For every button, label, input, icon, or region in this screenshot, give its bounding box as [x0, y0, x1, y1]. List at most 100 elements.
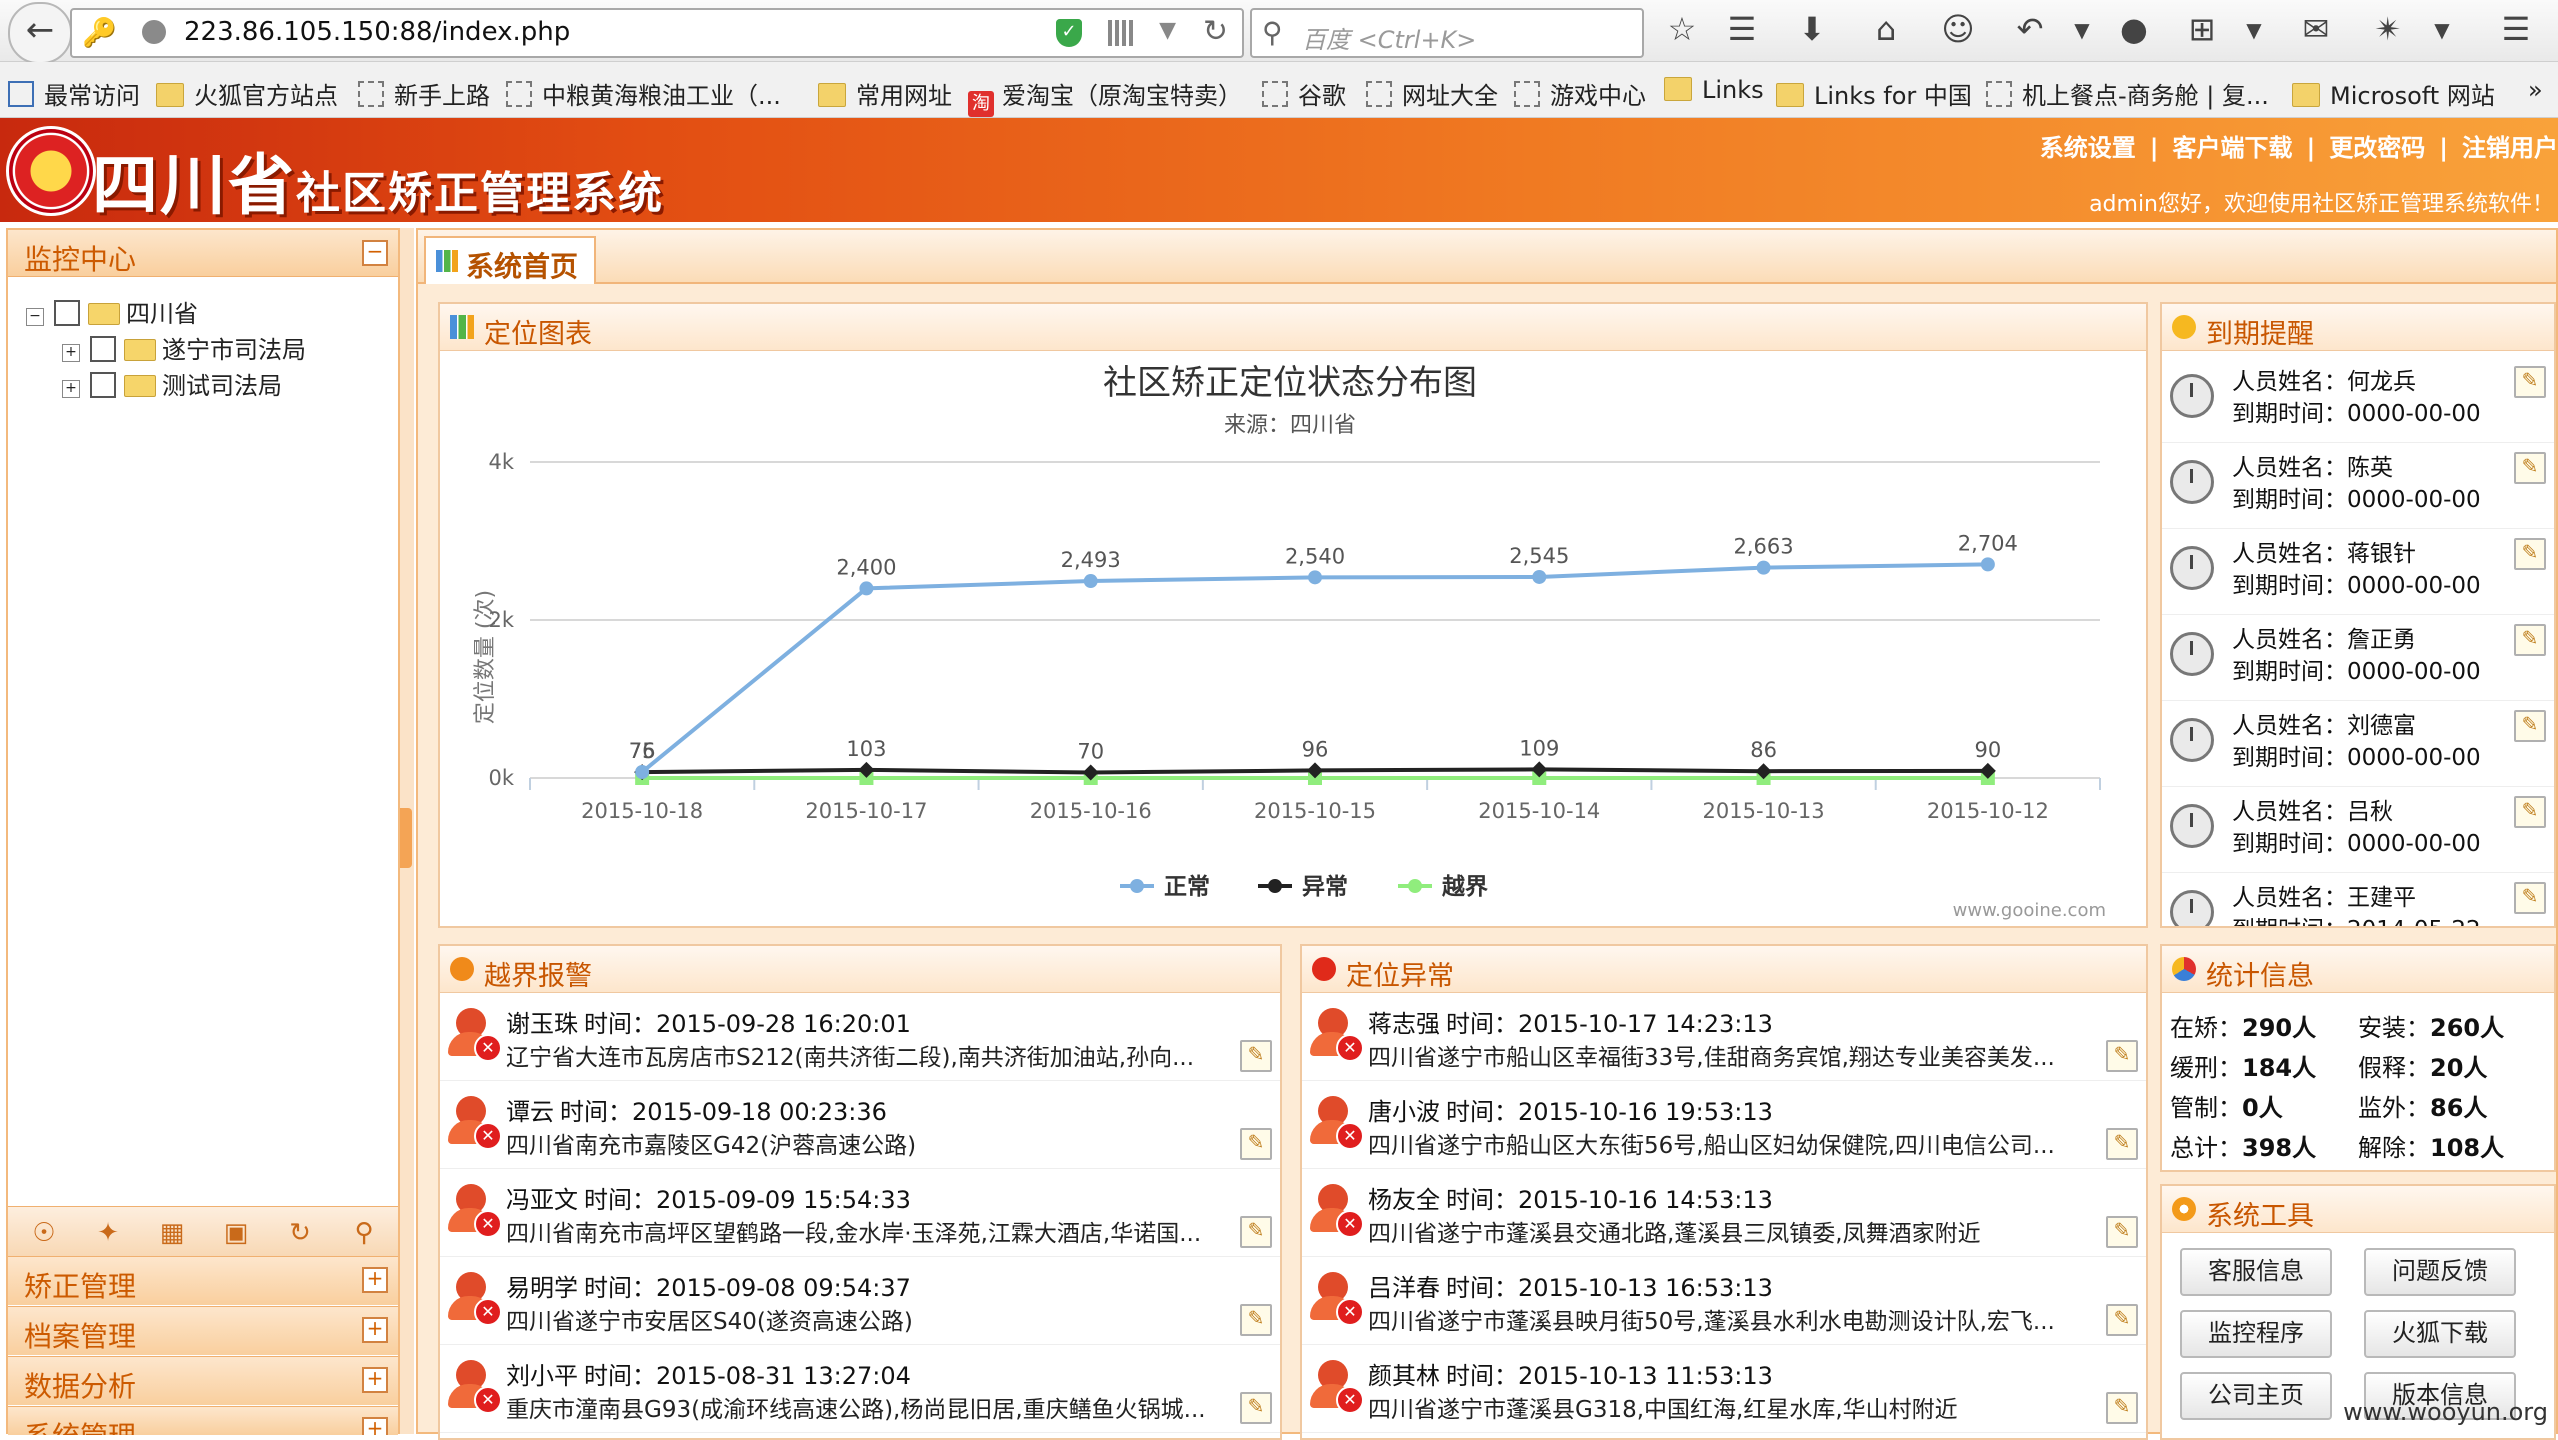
legend-label[interactable]: 正常	[1164, 874, 1210, 900]
url-text[interactable]: 223.86.105.150:88/index.php	[184, 17, 570, 47]
reading-list-icon[interactable]: ☰	[1720, 10, 1764, 48]
chart-credit[interactable]: www.gooine.com	[1953, 900, 2106, 921]
chevron-down-icon[interactable]: ▼	[1159, 18, 1176, 43]
data-point[interactable]	[859, 581, 874, 596]
edit-icon[interactable]: ✎	[1240, 1304, 1272, 1336]
menu-system[interactable]: 系统管理+	[8, 1406, 398, 1435]
edit-icon[interactable]: ✎	[2106, 1040, 2138, 1072]
change-password-link[interactable]: 更改密码	[2329, 134, 2425, 162]
satellite-icon[interactable]: ✦	[90, 1215, 126, 1251]
shield-icon[interactable]: ✓	[1056, 19, 1082, 47]
alarm-item[interactable]: ✕ 易明学 时间：2015-09-08 09:54:37 四川省遂宁市安居区S40(遂…	[440, 1258, 1280, 1345]
edit-icon[interactable]: ✎	[1240, 1128, 1272, 1160]
data-point[interactable]	[1756, 560, 1771, 575]
panel-icon[interactable]: ▣	[218, 1215, 254, 1251]
sidebar-header[interactable]: 监控中心 −	[8, 230, 398, 277]
legend-marker[interactable]	[1268, 879, 1282, 893]
legend-label[interactable]: 越界	[1442, 874, 1488, 900]
edit-icon[interactable]: ✎	[2106, 1392, 2138, 1424]
tree-node-suining[interactable]: + 遂宁市司法局	[62, 330, 306, 365]
edit-icon[interactable]: ✎	[2106, 1216, 2138, 1248]
tree-expand-icon[interactable]: +	[62, 344, 80, 362]
abnormal-item[interactable]: ✕ 颜其林 时间：2015-10-13 11:53:13 四川省遂宁市蓬溪县G318,…	[1302, 1346, 2146, 1433]
download-icon[interactable]: ⬇	[1790, 10, 1834, 48]
bookmark-item[interactable]: Links	[1664, 76, 1764, 104]
abnormal-item[interactable]: ✕ 杨友全 时间：2015-10-16 14:53:13 四川省遂宁市蓬溪县交通北路,…	[1302, 1170, 2146, 1257]
smiley-icon[interactable]: ☺	[1936, 10, 1980, 48]
chevron-down-icon[interactable]: ▼	[2420, 18, 2464, 42]
edit-icon[interactable]: ✎	[2514, 796, 2546, 828]
legend-marker[interactable]	[1408, 879, 1422, 893]
tree-node-test[interactable]: + 测试司法局	[62, 366, 282, 401]
data-point[interactable]	[1308, 570, 1322, 585]
bookmark-item[interactable]: 网址大全	[1366, 76, 1498, 111]
home-icon[interactable]: ⌂	[1864, 10, 1908, 48]
bookmark-item[interactable]: 谷歌	[1262, 76, 1346, 111]
checkbox[interactable]	[90, 336, 116, 362]
logout-link[interactable]: 注销用户	[2462, 134, 2558, 162]
menu-archives[interactable]: 档案管理 +	[8, 1306, 398, 1355]
bookmark-item[interactable]: 淘爱淘宝（原淘宝特卖）	[968, 76, 1242, 117]
customer-service-button[interactable]: 客服信息	[2180, 1248, 2332, 1296]
expand-icon[interactable]: +	[362, 1317, 388, 1343]
menu-correction[interactable]: 矫正管理 +	[8, 1256, 398, 1305]
data-point[interactable]	[1083, 574, 1098, 589]
bug-icon[interactable]: ✴	[2366, 10, 2410, 48]
system-settings-link[interactable]: 系统设置	[2040, 134, 2136, 162]
bookmark-item[interactable]: 火狐官方站点	[156, 76, 338, 111]
bookmark-item[interactable]: 中粮黄海粮油工业（...	[506, 76, 781, 111]
edit-icon[interactable]: ✎	[1240, 1392, 1272, 1424]
bookmark-item[interactable]: 新手上路	[358, 76, 490, 111]
tree-collapse-icon[interactable]: −	[26, 308, 44, 326]
edit-icon[interactable]: ✎	[2514, 710, 2546, 742]
data-point[interactable]	[1532, 569, 1547, 584]
bookmark-item[interactable]: 机上餐点-商务舱 | 复...	[1986, 76, 2269, 111]
firefox-download-button[interactable]: 火狐下载	[2364, 1310, 2516, 1358]
data-point[interactable]	[635, 764, 650, 779]
splitter-handle[interactable]	[400, 808, 412, 868]
company-home-button[interactable]: 公司主页	[2180, 1372, 2332, 1420]
monitor-program-button[interactable]: 监控程序	[2180, 1310, 2332, 1358]
abnormal-item[interactable]: ✕ 蒋志强 时间：2015-10-17 14:23:13 四川省遂宁市船山区幸福街33…	[1302, 994, 2146, 1081]
chevron-down-icon[interactable]: ▼	[2060, 18, 2104, 42]
bookmark-item[interactable]: Microsoft 网站	[2292, 76, 2495, 111]
expand-icon[interactable]: +	[362, 1417, 388, 1435]
edit-icon[interactable]: ✎	[1240, 1040, 1272, 1072]
edit-icon[interactable]: ✎	[2106, 1128, 2138, 1160]
bookmark-item[interactable]: 游戏中心	[1514, 76, 1646, 111]
edit-icon[interactable]: ✎	[2514, 452, 2546, 484]
addon-icon[interactable]: ●	[2112, 10, 2156, 48]
bookmark-item[interactable]: Links for 中国	[1776, 76, 1972, 111]
edit-icon[interactable]: ✎	[2514, 624, 2546, 656]
menu-icon[interactable]: ☰	[2494, 10, 2538, 48]
legend-marker[interactable]	[1130, 879, 1144, 893]
data-point[interactable]	[1980, 557, 1995, 572]
bookmark-item[interactable]: 常用网址	[818, 76, 952, 111]
refresh-icon[interactable]: ↻	[282, 1215, 318, 1251]
edit-icon[interactable]: ✎	[2514, 538, 2546, 570]
alarm-item[interactable]: ✕ 冯亚文 时间：2015-09-09 15:54:33 四川省南充市高坪区望鹤路一段…	[440, 1170, 1280, 1257]
collapse-icon[interactable]: −	[362, 240, 388, 266]
chevron-right-icon[interactable]: »	[2528, 76, 2543, 104]
search-location-icon[interactable]: ⚲	[346, 1215, 382, 1251]
tree-node-province[interactable]: − 四川省	[26, 294, 198, 329]
star-icon[interactable]: ☆	[1660, 10, 1704, 48]
abnormal-item[interactable]: ✕ 吕洋春 时间：2015-10-13 16:53:13 四川省遂宁市蓬溪县映月街50…	[1302, 1258, 2146, 1345]
menu-analysis[interactable]: 数据分析 +	[8, 1356, 398, 1405]
crop-icon[interactable]: ⊞	[2180, 10, 2224, 48]
abnormal-item[interactable]: ✕ 唐小波 时间：2015-10-16 19:53:13 四川省遂宁市船山区大东街56…	[1302, 1082, 2146, 1169]
back-button[interactable]: ←	[8, 2, 72, 64]
legend-label[interactable]: 异常	[1302, 874, 1348, 900]
grid-icon[interactable]: ▦	[154, 1215, 190, 1251]
alarm-item[interactable]: ✕ 谢玉珠 时间：2015-09-28 16:20:01 辽宁省大连市瓦房店市S212…	[440, 994, 1280, 1081]
edit-icon[interactable]: ✎	[2514, 366, 2546, 398]
edit-icon[interactable]: ✎	[2106, 1304, 2138, 1336]
chat-icon[interactable]: ✉	[2294, 10, 2338, 48]
edit-icon[interactable]: ✎	[1240, 1216, 1272, 1248]
checkbox[interactable]	[54, 300, 80, 326]
edit-icon[interactable]: ✎	[2514, 882, 2546, 914]
alarm-item[interactable]: ✕ 刘小平 时间：2015-08-31 13:27:04 重庆市潼南县G93(成渝环线…	[440, 1346, 1280, 1433]
tree-expand-icon[interactable]: +	[62, 380, 80, 398]
chevron-down-icon[interactable]: ▼	[2232, 18, 2276, 42]
url-bar[interactable]: 🔑 223.86.105.150:88/index.php ✓ ▼ ↻	[70, 8, 1244, 58]
